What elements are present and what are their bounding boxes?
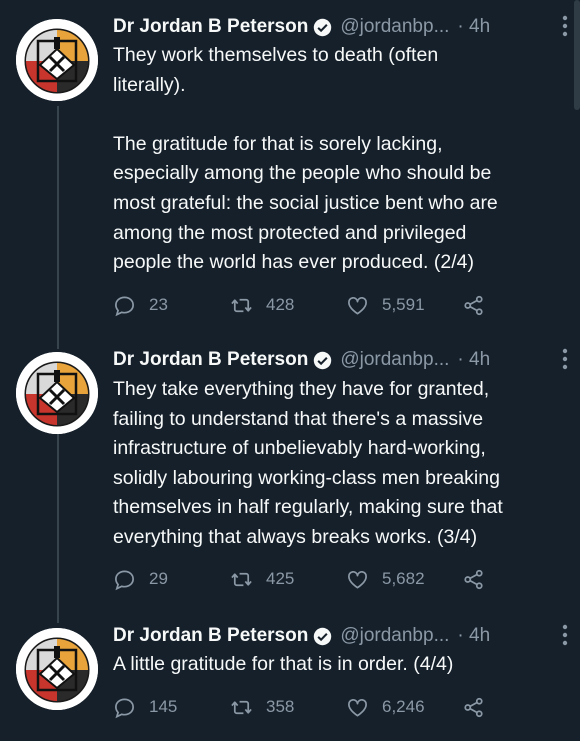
author-handle[interactable]: @jordanbp... xyxy=(340,625,449,647)
more-dots-icon[interactable] xyxy=(562,624,568,646)
retweet-count: 358 xyxy=(266,697,295,716)
tweet-text: They take everything they have for grant… xyxy=(113,378,503,548)
avatar[interactable] xyxy=(16,19,98,101)
retweet-button[interactable]: 425 xyxy=(230,566,294,592)
share-button[interactable] xyxy=(462,694,485,720)
tweet-header: Dr Jordan B Peterson @jordanbp... · 4h xyxy=(113,346,568,374)
reply-count: 145 xyxy=(149,697,178,716)
tweet-card[interactable]: Dr Jordan B Peterson @jordanbp... · 4h T… xyxy=(0,13,580,333)
share-icon xyxy=(464,697,483,717)
reply-icon xyxy=(115,295,134,316)
like-count: 5,682 xyxy=(382,569,425,588)
reply-button[interactable]: 29 xyxy=(113,566,168,592)
retweet-button[interactable]: 428 xyxy=(230,292,294,318)
share-button[interactable] xyxy=(462,566,485,592)
author-name[interactable]: Dr Jordan B Peterson xyxy=(113,349,308,371)
timestamp[interactable]: · 4h xyxy=(457,349,490,371)
heart-icon xyxy=(348,698,367,717)
tweet-text: A little gratitude for that is in order.… xyxy=(113,653,454,675)
timestamp[interactable]: · 4h xyxy=(457,625,490,647)
more-dots-icon[interactable] xyxy=(562,15,568,37)
verified-badge-icon xyxy=(314,351,332,369)
like-count: 6,246 xyxy=(382,697,425,716)
tweet-text: They work themselves to death (often lit… xyxy=(113,44,498,274)
retweet-icon xyxy=(231,700,252,714)
like-count: 5,591 xyxy=(382,295,425,314)
reply-icon xyxy=(115,697,134,718)
retweet-count: 428 xyxy=(266,295,295,314)
reply-count: 29 xyxy=(149,569,168,588)
tweet-header: Dr Jordan B Peterson @jordanbp... · 4h xyxy=(113,622,568,650)
timestamp[interactable]: · 4h xyxy=(457,16,490,38)
heart-icon xyxy=(348,570,367,589)
like-button[interactable]: 5,591 xyxy=(346,292,425,318)
author-name[interactable]: Dr Jordan B Peterson xyxy=(113,625,308,647)
like-button[interactable]: 5,682 xyxy=(346,566,425,592)
author-handle[interactable]: @jordanbp... xyxy=(340,349,449,371)
like-button[interactable]: 6,246 xyxy=(346,694,425,720)
reply-button[interactable]: 145 xyxy=(113,694,177,720)
avatar[interactable] xyxy=(16,628,98,710)
tweet-card[interactable]: Dr Jordan B Peterson @jordanbp... · 4h T… xyxy=(0,346,580,606)
reply-count: 23 xyxy=(149,295,168,314)
retweet-icon xyxy=(231,572,252,586)
tweet-actions: 29 425 5,682 xyxy=(113,566,533,592)
tweet-header: Dr Jordan B Peterson @jordanbp... · 4h xyxy=(113,13,568,41)
avatar[interactable] xyxy=(16,352,98,434)
tweet-actions: 145 358 6,246 xyxy=(113,694,533,720)
retweet-icon xyxy=(231,298,252,312)
tweet-card[interactable]: Dr Jordan B Peterson @jordanbp... · 4h A… xyxy=(0,622,580,732)
author-handle[interactable]: @jordanbp... xyxy=(340,16,449,38)
share-icon xyxy=(464,569,483,589)
more-dots-icon[interactable] xyxy=(562,348,568,370)
author-name[interactable]: Dr Jordan B Peterson xyxy=(113,16,308,38)
tweet-actions: 23 428 5,591 xyxy=(113,292,533,318)
reply-button[interactable]: 23 xyxy=(113,292,168,318)
reply-icon xyxy=(115,569,134,590)
share-icon xyxy=(464,295,483,315)
heart-icon xyxy=(348,296,367,315)
retweet-count: 425 xyxy=(266,569,295,588)
verified-badge-icon xyxy=(314,18,332,36)
verified-badge-icon xyxy=(314,627,332,645)
retweet-button[interactable]: 358 xyxy=(230,694,294,720)
share-button[interactable] xyxy=(462,292,485,318)
